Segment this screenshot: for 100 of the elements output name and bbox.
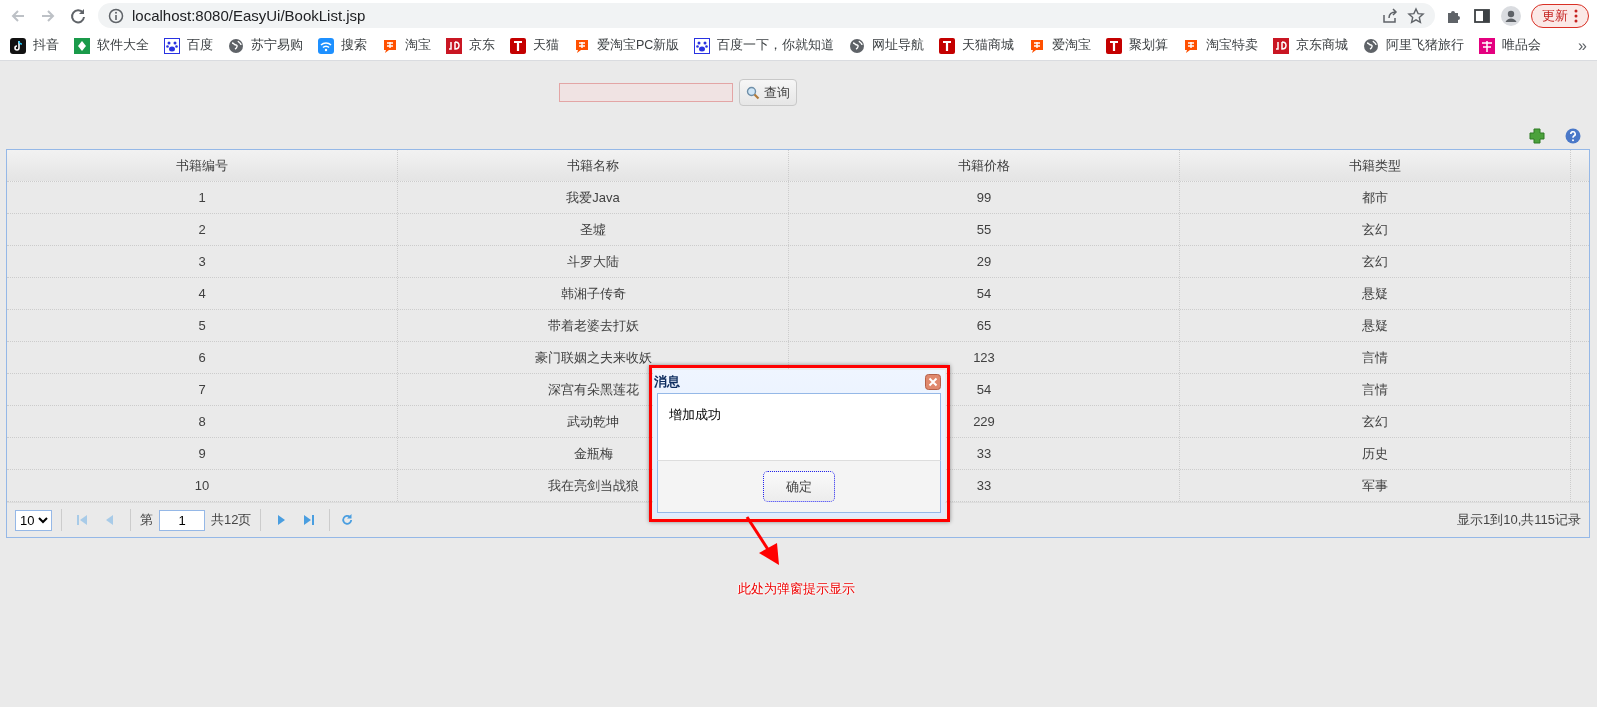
table-cell: 军事 — [1362, 476, 1388, 495]
table-cell: 深宫有朵黑莲花 — [547, 380, 639, 399]
table-cell: 都市 — [1362, 188, 1388, 207]
bookmark[interactable]: 阿里飞猪旅行 — [1363, 37, 1465, 54]
star-icon[interactable] — [1407, 6, 1425, 25]
table-cell: 圣墟 — [580, 220, 606, 239]
help-icon[interactable] — [1565, 128, 1581, 144]
bookmark[interactable]: 京东 — [446, 37, 495, 54]
table-cell: 玄幻 — [1362, 252, 1388, 271]
table-cell: 33 — [976, 478, 992, 493]
close-button[interactable] — [925, 373, 941, 390]
paw-icon — [164, 37, 180, 54]
shop-icon — [1479, 37, 1496, 54]
wifi-icon — [318, 37, 334, 54]
page-size-select[interactable]: 10 — [15, 509, 52, 531]
shop-icon — [446, 37, 462, 54]
record-summary: 显示1到10,共115记录 — [1456, 511, 1581, 529]
table-cell: 10 — [194, 478, 210, 493]
bookmark[interactable]: 聚划算 — [1106, 37, 1169, 54]
address-bar[interactable]: localhost:8080/EasyUi/BookList.jsp — [98, 3, 1435, 28]
table-cell: 悬疑 — [1362, 316, 1388, 335]
bookmark[interactable]: 唯品会 — [1479, 37, 1542, 54]
paw-icon — [694, 37, 711, 54]
table-cell: 韩湘子传奇 — [560, 284, 626, 303]
table-cell: 玄幻 — [1362, 412, 1388, 431]
add-icon[interactable] — [1529, 128, 1545, 144]
shop-icon — [939, 37, 956, 54]
table-cell: 99 — [976, 190, 992, 205]
table-cell: 2 — [198, 222, 206, 237]
more-bookmarks-button[interactable]: » — [1578, 36, 1587, 55]
table-cell: 武动乾坤 — [567, 412, 619, 431]
bookmark[interactable]: 搜索 — [318, 37, 367, 54]
shop-icon — [1273, 37, 1290, 54]
table-cell: 带着老婆去打妖 — [547, 316, 639, 335]
shop-icon — [1106, 37, 1123, 54]
share-icon[interactable] — [1381, 6, 1399, 25]
shop-icon — [382, 37, 398, 54]
table-cell: 历史 — [1362, 444, 1388, 463]
table-cell: 29 — [976, 254, 992, 269]
bookmark[interactable]: 爱淘宝 — [1029, 37, 1092, 54]
table-cell: 33 — [976, 446, 992, 461]
dialog-message: 增加成功 — [669, 407, 721, 422]
table-cell: 123 — [973, 350, 995, 365]
column-header[interactable]: 书籍名称 — [398, 150, 789, 181]
column-header[interactable]: 书籍类型 — [1180, 150, 1571, 181]
table-cell: 4 — [198, 286, 206, 301]
table-cell: 悬疑 — [1362, 284, 1388, 303]
avatar-icon[interactable] — [1501, 5, 1521, 26]
globe-icon — [849, 37, 866, 54]
page-label: 第 — [140, 511, 153, 529]
table-cell: 5 — [198, 318, 206, 333]
table-cell: 9 — [198, 446, 206, 461]
search-button[interactable]: 查询 — [739, 79, 797, 106]
search-field[interactable] — [559, 83, 733, 102]
table-cell: 54 — [976, 286, 992, 301]
bookmark[interactable]: 天猫商城 — [939, 37, 1015, 54]
table-cell: 65 — [976, 318, 992, 333]
ok-button[interactable]: 确定 — [763, 471, 835, 502]
bookmark[interactable]: 苏宁易购 — [228, 37, 303, 54]
url-text: localhost:8080/EasyUi/BookList.jsp — [132, 7, 367, 24]
bookmark[interactable]: 淘宝 — [382, 37, 431, 54]
shop-icon — [1183, 37, 1200, 54]
more-icon — [1574, 8, 1578, 23]
table-cell: 55 — [976, 222, 992, 237]
table-cell: 3 — [198, 254, 206, 269]
table-cell: 我爱Java — [566, 188, 620, 207]
app-icon — [74, 37, 90, 54]
bookmark[interactable]: 百度 — [164, 37, 213, 54]
table-cell: 言情 — [1362, 380, 1388, 399]
table-cell: 金瓶梅 — [573, 444, 613, 463]
dialog-title: 消息 — [654, 372, 680, 391]
table-cell: 7 — [198, 382, 206, 397]
update-button[interactable]: 更新 — [1531, 3, 1589, 28]
bookmark[interactable]: 百度一下，你就知道 — [694, 37, 835, 54]
bookmark[interactable]: 抖音 — [10, 37, 59, 54]
table-cell: 229 — [973, 414, 995, 429]
shop-icon — [1029, 37, 1046, 54]
bookmark[interactable]: 网址导航 — [849, 37, 925, 54]
column-header[interactable]: 书籍编号 — [7, 150, 398, 181]
shop-icon — [510, 37, 526, 54]
bookmark[interactable]: 爱淘宝PC新版 — [574, 37, 680, 54]
annotation-text: 此处为弹窗提示显示 — [738, 580, 855, 598]
music-note-icon — [10, 37, 26, 54]
globe-icon — [228, 37, 244, 54]
table-cell: 1 — [198, 190, 206, 205]
table-cell: 6 — [198, 350, 206, 365]
search-icon — [746, 85, 760, 100]
column-header[interactable]: 书籍价格 — [789, 150, 1180, 181]
shop-icon — [574, 37, 590, 54]
bookmark[interactable]: 软件大全 — [74, 37, 149, 54]
bookmark[interactable]: 淘宝特卖 — [1183, 37, 1259, 54]
skip-arrow-icon — [74, 512, 90, 528]
side-panel-icon[interactable] — [1473, 6, 1491, 25]
bookmark[interactable]: 京东商城 — [1273, 37, 1349, 54]
page-number-field[interactable]: 1 — [159, 509, 205, 531]
bookmark[interactable]: 天猫 — [510, 37, 559, 54]
globe-icon — [1363, 37, 1380, 54]
total-pages-text: 共12页 — [211, 511, 252, 529]
table-cell: 我在亮剑当战狼 — [547, 476, 639, 495]
table-cell: 豪门联姻之夫来收妖 — [534, 348, 652, 367]
